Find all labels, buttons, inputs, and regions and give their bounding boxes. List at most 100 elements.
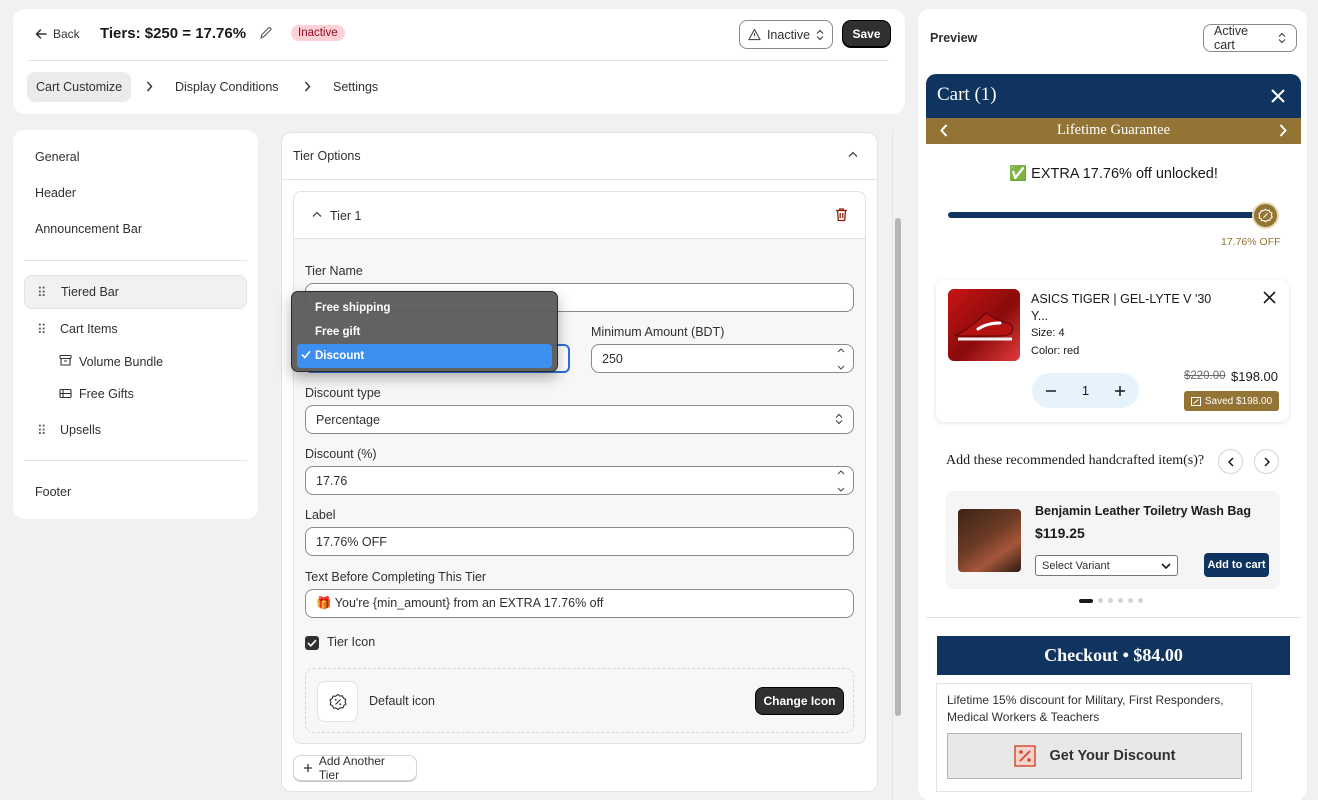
tab-display-conditions[interactable]: Display Conditions bbox=[166, 72, 288, 102]
sidebar-item-free-gifts[interactable]: Free Gifts bbox=[79, 387, 134, 401]
preview-title: Preview bbox=[930, 31, 978, 45]
drag-handle-icon[interactable]: ⠿ bbox=[37, 285, 47, 301]
saved-text: Saved $198.00 bbox=[1204, 395, 1273, 407]
discount-type-label: Discount type bbox=[305, 386, 381, 400]
get-discount-label: Get Your Discount bbox=[1049, 748, 1176, 764]
gift-card-icon bbox=[59, 387, 72, 400]
tier-name-label: Tier Name bbox=[305, 264, 363, 278]
chevron-up-icon[interactable] bbox=[848, 151, 858, 158]
tier-panel-header[interactable] bbox=[294, 192, 865, 239]
discount-tag-icon bbox=[1013, 745, 1036, 767]
label-value: 17.76% OFF bbox=[316, 534, 387, 549]
pagination-dot[interactable] bbox=[1098, 598, 1103, 603]
tier-progress-label: 17.76% OFF bbox=[1221, 236, 1281, 248]
tier-unlock-message: ✅ EXTRA 17.76% off unlocked! bbox=[1009, 166, 1218, 182]
arrow-left-icon bbox=[35, 29, 47, 39]
drag-handle-icon[interactable]: ⠿ bbox=[37, 322, 47, 338]
product-name: ASICS TIGER | GEL-LYTE V '30 Y... bbox=[1031, 292, 1212, 323]
recommended-product-name: Benjamin Leather Toiletry Wash Bag bbox=[1035, 504, 1252, 518]
compare-at-price: $220.00 bbox=[1184, 370, 1226, 382]
product-color: Color: red bbox=[1031, 345, 1080, 357]
tier-icon-label: Tier Icon bbox=[327, 635, 376, 649]
sidebar: General Header Announcement Bar ⠿ Tiered… bbox=[13, 130, 258, 519]
get-discount-button[interactable]: Get Your Discount bbox=[947, 733, 1242, 779]
option-free-shipping[interactable]: Free shipping bbox=[297, 296, 552, 320]
status-select[interactable]: Inactive bbox=[739, 20, 833, 49]
number-stepper[interactable] bbox=[835, 470, 847, 492]
header-divider bbox=[29, 60, 889, 61]
trash-icon[interactable] bbox=[835, 207, 848, 222]
sidebar-divider bbox=[24, 260, 247, 261]
edit-title-icon[interactable] bbox=[259, 26, 273, 40]
tab-settings[interactable]: Settings bbox=[324, 72, 387, 102]
min-amount-field[interactable]: 250 bbox=[591, 344, 854, 373]
chevron-up-icon[interactable] bbox=[312, 211, 322, 218]
discount-badge-icon bbox=[317, 681, 358, 722]
checkout-button[interactable]: Checkout • $84.00 bbox=[937, 636, 1290, 675]
recommended-product-image bbox=[958, 509, 1021, 572]
quantity-value: 1 bbox=[1081, 383, 1090, 398]
remove-item-icon[interactable] bbox=[1263, 291, 1276, 304]
sidebar-item-footer[interactable]: Footer bbox=[35, 485, 71, 499]
alert-triangle-icon bbox=[748, 28, 761, 41]
option-discount[interactable]: Discount bbox=[297, 344, 552, 368]
scrollbar-thumb[interactable] bbox=[895, 218, 901, 716]
sidebar-item-volume-bundle[interactable]: Volume Bundle bbox=[79, 355, 163, 369]
checkmark-icon bbox=[307, 639, 317, 647]
chevron-right-icon[interactable] bbox=[1279, 124, 1287, 137]
sidebar-item-announcement-bar[interactable]: Announcement Bar bbox=[35, 222, 142, 236]
carousel-prev-button[interactable] bbox=[1218, 449, 1243, 474]
number-stepper[interactable] bbox=[835, 348, 847, 370]
add-to-cart-button[interactable]: Add to cart bbox=[1204, 553, 1269, 577]
tier-title: Tier 1 bbox=[330, 209, 362, 223]
text-before-value: 🎁 You're {min_amount} from an EXTRA 17.7… bbox=[316, 596, 604, 610]
carousel-next-button[interactable] bbox=[1254, 449, 1279, 474]
sidebar-item-label: Tiered Bar bbox=[61, 285, 119, 299]
sidebar-item-tiered-bar[interactable] bbox=[24, 275, 247, 309]
minus-icon[interactable] bbox=[1046, 389, 1056, 392]
label-field[interactable]: 17.76% OFF bbox=[305, 527, 854, 556]
plus-icon[interactable] bbox=[1114, 385, 1125, 396]
quantity-stepper[interactable]: 1 bbox=[1032, 373, 1139, 408]
discount-badge-icon bbox=[1252, 202, 1279, 229]
section-title[interactable]: Tier Options bbox=[293, 149, 361, 163]
back-button[interactable]: Back bbox=[35, 25, 80, 43]
option-free-gift[interactable]: Free gift bbox=[297, 320, 552, 344]
page-title: Tiers: $250 = 17.76% bbox=[100, 25, 247, 42]
text-before-field[interactable]: 🎁 You're {min_amount} from an EXTRA 17.7… bbox=[305, 589, 854, 618]
tab-cart-customize[interactable]: Cart Customize bbox=[27, 72, 132, 102]
recommendations-title: Add these recommended handcrafted item(s… bbox=[946, 453, 1205, 468]
change-icon-button[interactable]: Change Icon bbox=[756, 688, 843, 714]
chevron-left-icon bbox=[1227, 456, 1234, 467]
pagination-dot[interactable] bbox=[1108, 598, 1113, 603]
default-icon-label: Default icon bbox=[369, 694, 436, 708]
variant-select-value: Select Variant bbox=[1042, 559, 1110, 572]
close-icon[interactable] bbox=[1271, 89, 1285, 103]
chevron-updown-icon bbox=[833, 413, 845, 427]
sidebar-item-upsells[interactable]: Upsells bbox=[60, 423, 101, 437]
cart-state-select[interactable]: Active cart bbox=[1203, 24, 1297, 52]
pagination-dot[interactable] bbox=[1128, 598, 1133, 603]
discount-field[interactable]: 17.76 bbox=[305, 466, 854, 495]
sidebar-item-cart-items[interactable]: Cart Items bbox=[60, 322, 118, 336]
add-tier-button[interactable]: Add Another Tier bbox=[293, 754, 417, 782]
tier-icon-checkbox[interactable] bbox=[305, 636, 319, 650]
promo-text: Lifetime 15% discount for Military, Firs… bbox=[947, 693, 1224, 724]
discount-type-select[interactable]: Percentage bbox=[305, 405, 854, 434]
sidebar-item-header[interactable]: Header bbox=[35, 186, 76, 200]
archive-box-icon bbox=[59, 354, 72, 367]
pagination-dot[interactable] bbox=[1118, 598, 1123, 603]
save-button[interactable]: Save bbox=[843, 21, 890, 47]
pagination-dot[interactable] bbox=[1079, 598, 1093, 603]
pagination-dot[interactable] bbox=[1138, 598, 1143, 603]
reward-type-dropdown: Free shipping Free gift Discount bbox=[291, 291, 558, 372]
drag-handle-icon[interactable]: ⠿ bbox=[37, 423, 47, 439]
sidebar-item-general[interactable]: General bbox=[35, 150, 79, 164]
tag-icon bbox=[1190, 396, 1201, 406]
tier-progress-bar bbox=[948, 212, 1265, 218]
chevron-right-icon bbox=[146, 81, 153, 92]
checkmark-icon bbox=[301, 350, 311, 359]
min-amount-value: 250 bbox=[602, 351, 623, 366]
variant-select[interactable]: Select Variant bbox=[1035, 555, 1178, 576]
saved-badge: Saved $198.00 bbox=[1184, 391, 1279, 411]
